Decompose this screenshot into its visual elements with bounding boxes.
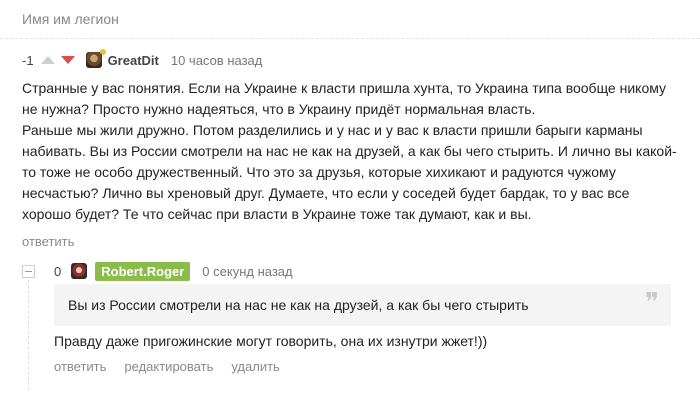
comment-body: Странные у вас понятия. Если на Украине … (22, 78, 682, 225)
divider (0, 38, 700, 39)
comment-timestamp[interactable]: 10 часов назад (171, 53, 263, 68)
downvote-icon[interactable] (60, 56, 75, 64)
reply-username[interactable]: Robert.Roger (95, 261, 191, 281)
avatar[interactable] (71, 263, 88, 279)
avatar[interactable] (85, 49, 106, 68)
comment-paragraph: Раньше мы жили дружно. Потом разделились… (22, 122, 677, 222)
upvote-icon[interactable] (40, 56, 55, 64)
quote-icon: ❞ (645, 288, 659, 318)
group-title[interactable]: Имя им легион (22, 11, 119, 27)
quote-block: Вы из России смотрели на нас не как на д… (54, 284, 671, 326)
collapse-thread-icon[interactable] (22, 265, 35, 278)
quote-text: Вы из России смотрели на нас не как на д… (68, 297, 529, 313)
reply-button[interactable]: ответить (22, 234, 74, 249)
delete-button[interactable]: удалить (231, 359, 279, 374)
comment-paragraph: Странные у вас понятия. Если на Украине … (22, 80, 667, 117)
reply-button[interactable]: ответить (54, 359, 106, 374)
reply-timestamp[interactable]: 0 секунд назад (202, 264, 292, 279)
reply-actions: ответить редактировать удалить (54, 359, 280, 374)
thread-line (28, 280, 29, 390)
edit-button[interactable]: редактировать (124, 359, 213, 374)
comment-username[interactable]: GreatDit (108, 53, 159, 68)
reply-text: Правду даже пригожинские могут говорить,… (54, 333, 488, 349)
comment-header: -1 GreatDit 10 часов назад (22, 49, 263, 70)
reply-rating: 0 (54, 263, 62, 279)
comment-rating: -1 (22, 52, 34, 68)
online-indicator-icon (99, 49, 106, 55)
reply-header: 0 Robert.Roger 0 секунд назад (54, 261, 293, 281)
